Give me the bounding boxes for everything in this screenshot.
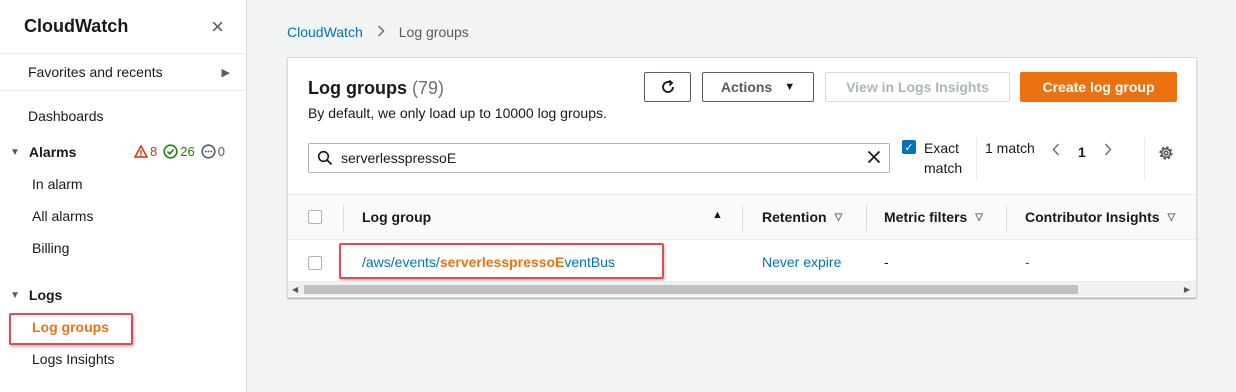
horizontal-scrollbar[interactable]: ◀ ▶ [288, 281, 1196, 296]
select-all-checkbox[interactable] [308, 210, 322, 224]
current-page[interactable]: 1 [1078, 144, 1086, 160]
match-count: 1 match [985, 140, 1035, 156]
in-alarm-count: 8 [150, 144, 158, 159]
panel-description: By default, we only load up to 10000 log… [308, 105, 607, 121]
caret-down-icon: ▼ [10, 146, 20, 158]
chevron-left-icon[interactable] [1052, 143, 1060, 161]
column-header-label: Metric filters [884, 209, 968, 225]
sidebar-title[interactable]: CloudWatch [24, 16, 128, 37]
ok-count: 26 [180, 144, 195, 159]
column-header-contributor-insights[interactable]: Contributor Insights ▽ [1025, 209, 1175, 225]
column-separator [742, 205, 743, 231]
column-header-log-group[interactable]: Log group [362, 209, 431, 225]
column-header-label: Retention [762, 209, 827, 225]
navigation-sidebar: CloudWatch × Favorites and recents ▶ Das… [0, 0, 247, 392]
sidebar-section-logs[interactable]: ▼ Logs [10, 287, 62, 303]
pagination: 1 [1052, 143, 1112, 161]
log-group-count: (79) [412, 78, 445, 98]
sort-icon: ▽ [834, 211, 843, 223]
panel-title-text: Log groups [308, 78, 407, 98]
sort-ascending-icon[interactable]: ▲ [712, 209, 723, 221]
exact-match-label: Exact match [924, 140, 963, 176]
alarms-label: Alarms [28, 144, 77, 160]
search-icon [317, 150, 333, 166]
logs-label: Logs [28, 287, 63, 303]
sidebar-item-in-alarm[interactable]: In alarm [32, 176, 83, 192]
column-separator [343, 205, 344, 231]
alarm-counts: 8 26 0 [134, 144, 225, 159]
exact-match-checkbox[interactable]: ✓ [902, 140, 916, 154]
search-input[interactable]: serverlesspressoE [308, 143, 890, 173]
chevron-right-icon[interactable] [1104, 143, 1112, 161]
sort-icon: ▽ [1167, 211, 1176, 223]
chevron-right-icon [377, 24, 385, 40]
ellipsis-circle-icon [201, 144, 216, 159]
exact-match-toggle[interactable]: ✓ Exact match [902, 138, 968, 178]
scrollbar-thumb[interactable] [304, 285, 1078, 294]
panel-title: Log groups (79) [308, 78, 444, 99]
breadcrumb: CloudWatch Log groups [287, 24, 469, 40]
close-icon[interactable]: × [211, 15, 224, 38]
refresh-button[interactable] [644, 72, 691, 102]
sidebar-header: CloudWatch × [0, 0, 246, 54]
scroll-left-icon[interactable]: ◀ [292, 285, 298, 294]
column-header-retention[interactable]: Retention ▽ [762, 209, 842, 225]
alarm-count-in-alarm[interactable]: 8 [134, 144, 157, 159]
divider [976, 138, 977, 180]
column-header-label: Log group [362, 209, 432, 225]
favorites-and-recents[interactable]: Favorites and recents ▶ [0, 54, 246, 91]
scroll-right-icon[interactable]: ▶ [1184, 285, 1190, 294]
sidebar-item-billing[interactable]: Billing [32, 240, 69, 256]
sidebar-section-alarms[interactable]: ▼ Alarms [10, 144, 76, 160]
search-value: serverlesspressoE [341, 150, 457, 166]
breadcrumb-cloudwatch[interactable]: CloudWatch [287, 24, 363, 40]
gear-icon[interactable] [1157, 144, 1175, 162]
breadcrumb-current: Log groups [398, 24, 469, 40]
sidebar-item-logs-insights[interactable]: Logs Insights [32, 351, 115, 367]
table-row: /aws/events/serverlesspressoEventBus Nev… [288, 241, 1196, 285]
metric-filters-value: - [884, 254, 889, 270]
caret-down-icon: ▼ [784, 81, 796, 93]
actions-dropdown[interactable]: Actions ▼ [702, 72, 814, 102]
caret-right-icon: ▶ [221, 66, 230, 79]
create-log-group-button[interactable]: Create log group [1020, 72, 1177, 102]
warning-icon [134, 145, 148, 158]
row-checkbox[interactable] [308, 256, 322, 270]
favorites-label: Favorites and recents [28, 64, 163, 80]
check-circle-icon [163, 144, 178, 159]
sort-icon: ▽ [975, 211, 983, 223]
insufficient-count: 0 [217, 144, 225, 159]
contributor-insights-value[interactable]: - [1025, 254, 1030, 270]
alarm-count-ok[interactable]: 26 [163, 144, 195, 159]
divider [1144, 138, 1145, 180]
highlight-box [9, 313, 133, 345]
refresh-icon [661, 79, 674, 93]
highlight-box [339, 243, 664, 279]
column-separator [866, 205, 867, 231]
column-header-label: Contributor Insights [1025, 209, 1160, 225]
sidebar-item-all-alarms[interactable]: All alarms [32, 208, 93, 224]
caret-down-icon: ▼ [10, 289, 20, 301]
table-header: Log group ▲ Retention ▽ Metric filters ▽… [288, 194, 1196, 240]
view-in-logs-insights-button[interactable]: View in Logs Insights [825, 72, 1010, 102]
clear-icon[interactable] [867, 148, 881, 168]
actions-label: Actions [720, 79, 773, 95]
sidebar-item-dashboards[interactable]: Dashboards [28, 108, 104, 124]
log-groups-panel: Log groups (79) By default, we only load… [287, 57, 1197, 298]
column-separator [1006, 205, 1007, 231]
alarm-count-insufficient[interactable]: 0 [201, 144, 225, 159]
retention-link[interactable]: Never expire [762, 254, 841, 270]
column-header-metric-filters[interactable]: Metric filters ▽ [884, 209, 983, 225]
